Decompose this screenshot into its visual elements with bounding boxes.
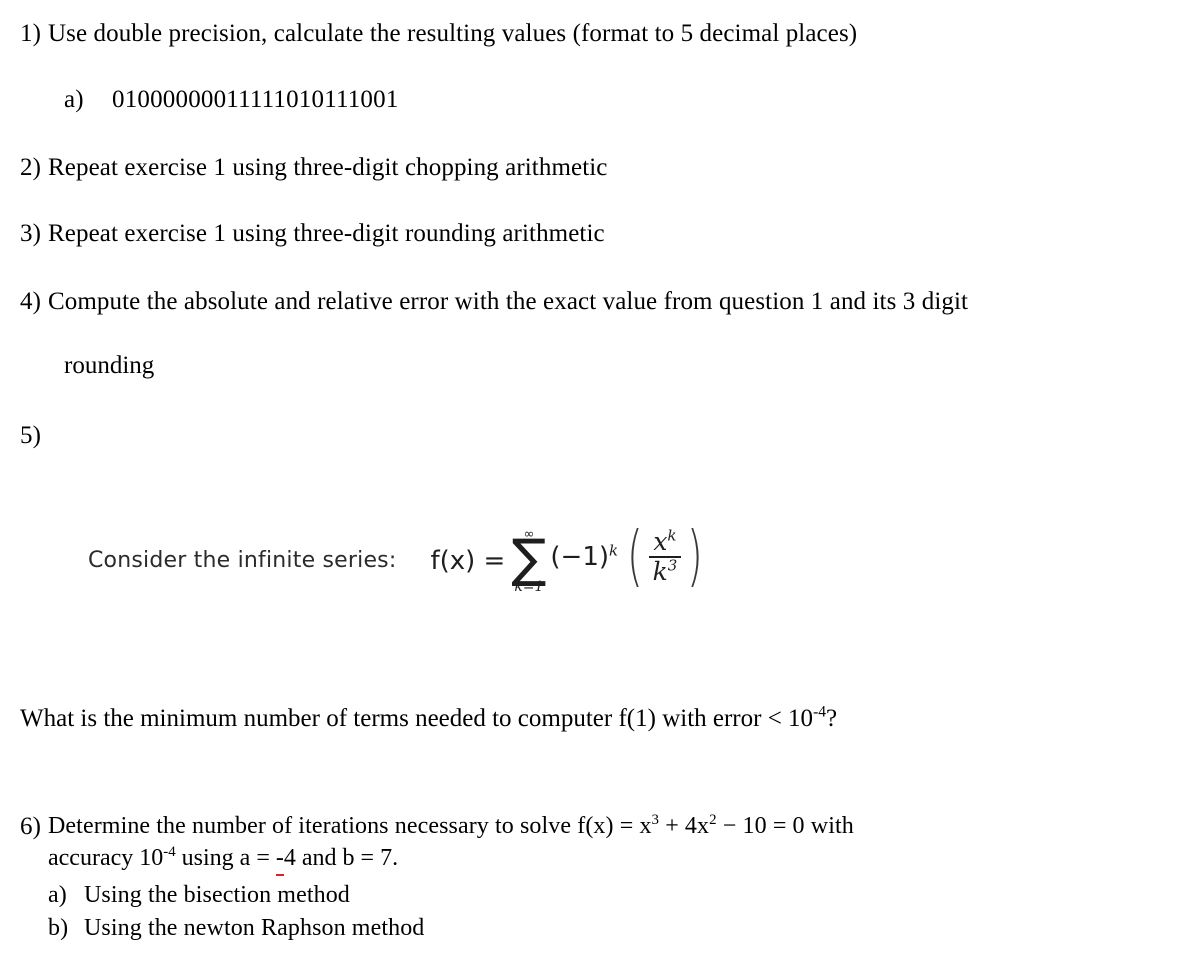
minimum-terms-question-exponent: -4 (813, 703, 826, 721)
list-text-6-line1: Determine the number of iterations neces… (48, 813, 854, 841)
fraction-denominator-base: k (652, 556, 668, 586)
list-item-6: 6) Determine the number of iterations ne… (20, 813, 854, 842)
q6-line2-part1: accuracy 10 (48, 845, 164, 871)
formula-fraction-group: ( xk k3 ) (622, 517, 708, 595)
minimum-terms-question-suffix: ? (825, 705, 838, 732)
paren-close: ) (686, 517, 703, 595)
infinite-series-formula-block: Consider the infinite series: f(x) = ∞ ∑… (88, 517, 708, 595)
formula-lhs: f(x) = (430, 545, 506, 576)
list-item-3: 3) Repeat exercise 1 using three-digit r… (20, 220, 605, 249)
document-page: 1) Use double precision, calculate the r… (0, 0, 1200, 973)
formula-coefficient-base: (−1) (550, 541, 610, 572)
q6-exponent-3: 3 (651, 812, 660, 828)
q6-line1-part1: Determine the number of iterations neces… (48, 813, 652, 839)
list-text-6-line2: accuracy 10-4 using a = -4 and b = 7. (48, 844, 399, 876)
formula-coefficient-exponent: k (609, 541, 619, 560)
fraction-denominator-exponent: 3 (667, 556, 678, 575)
list-item-1a: a) 01000000011111010111001 (64, 86, 399, 115)
fraction-numerator-exponent: k (667, 526, 677, 545)
list-text-6a: Using the bisection method (84, 882, 350, 908)
list-text-6b: Using the newton Raphson method (84, 915, 425, 941)
list-item-2: 2) Repeat exercise 1 using three-digit c… (20, 154, 607, 183)
q6-line2-part2: using a = (175, 845, 276, 871)
q6-exponent-2: 2 (709, 812, 717, 828)
q6-accuracy-exponent: -4 (163, 844, 176, 860)
fraction-denominator: k3 (652, 556, 678, 586)
list-text-3: Repeat exercise 1 using three-digit roun… (48, 220, 605, 247)
list-item-5: 5) (20, 422, 48, 451)
fraction-numerator: xk (653, 526, 677, 556)
paren-open: ( (627, 517, 644, 595)
list-marker-1: 1) (20, 20, 42, 47)
list-marker-6: 6) (20, 813, 42, 840)
list-text-4: Compute the absolute and relative error … (48, 288, 969, 315)
q6-line1-part3: − 10 = 0 with (716, 813, 854, 839)
spellcheck-underlined-minus: - (275, 845, 284, 876)
list-marker-1a: a) (64, 86, 84, 113)
minimum-terms-question: What is the minimum number of terms need… (20, 703, 838, 734)
list-marker-4: 4) (20, 288, 42, 315)
list-item-6a: a) Using the bisection method (48, 882, 350, 910)
summation-operator: ∞ ∑ k=1 (511, 528, 546, 594)
list-marker-5: 5) (20, 422, 42, 449)
list-item-6b: b) Using the newton Raphson method (48, 915, 424, 943)
formula-coefficient: (−1)k (550, 542, 618, 572)
list-item-4: 4) Compute the absolute and relative err… (20, 288, 968, 317)
list-text-4-continuation: rounding (64, 352, 155, 379)
formula-label: Consider the infinite series: (88, 548, 397, 574)
sigma-icon: ∑ (511, 529, 547, 589)
list-text-1: Use double precision, calculate the resu… (48, 20, 858, 47)
list-item-1: 1) Use double precision, calculate the r… (20, 20, 857, 49)
list-text-2: Repeat exercise 1 using three-digit chop… (48, 154, 608, 181)
list-marker-2: 2) (20, 154, 42, 181)
formula-fraction: xk k3 (648, 526, 681, 586)
binary-value-1a: 01000000011111010111001 (112, 86, 399, 113)
formula-expression: f(x) = ∞ ∑ k=1 (−1)k ( xk k3 ) (430, 517, 708, 595)
minimum-terms-question-prefix: What is the minimum number of terms need… (20, 705, 814, 732)
summation-lower-limit: k=1 (514, 578, 544, 595)
list-marker-3: 3) (20, 220, 42, 247)
list-marker-6a: a) (48, 882, 67, 908)
list-marker-6b: b) (48, 915, 69, 941)
q6-line2-part3: 4 and b = 7. (283, 845, 399, 871)
fraction-numerator-base: x (653, 526, 668, 556)
q6-line1-part2: + 4x (659, 813, 710, 839)
